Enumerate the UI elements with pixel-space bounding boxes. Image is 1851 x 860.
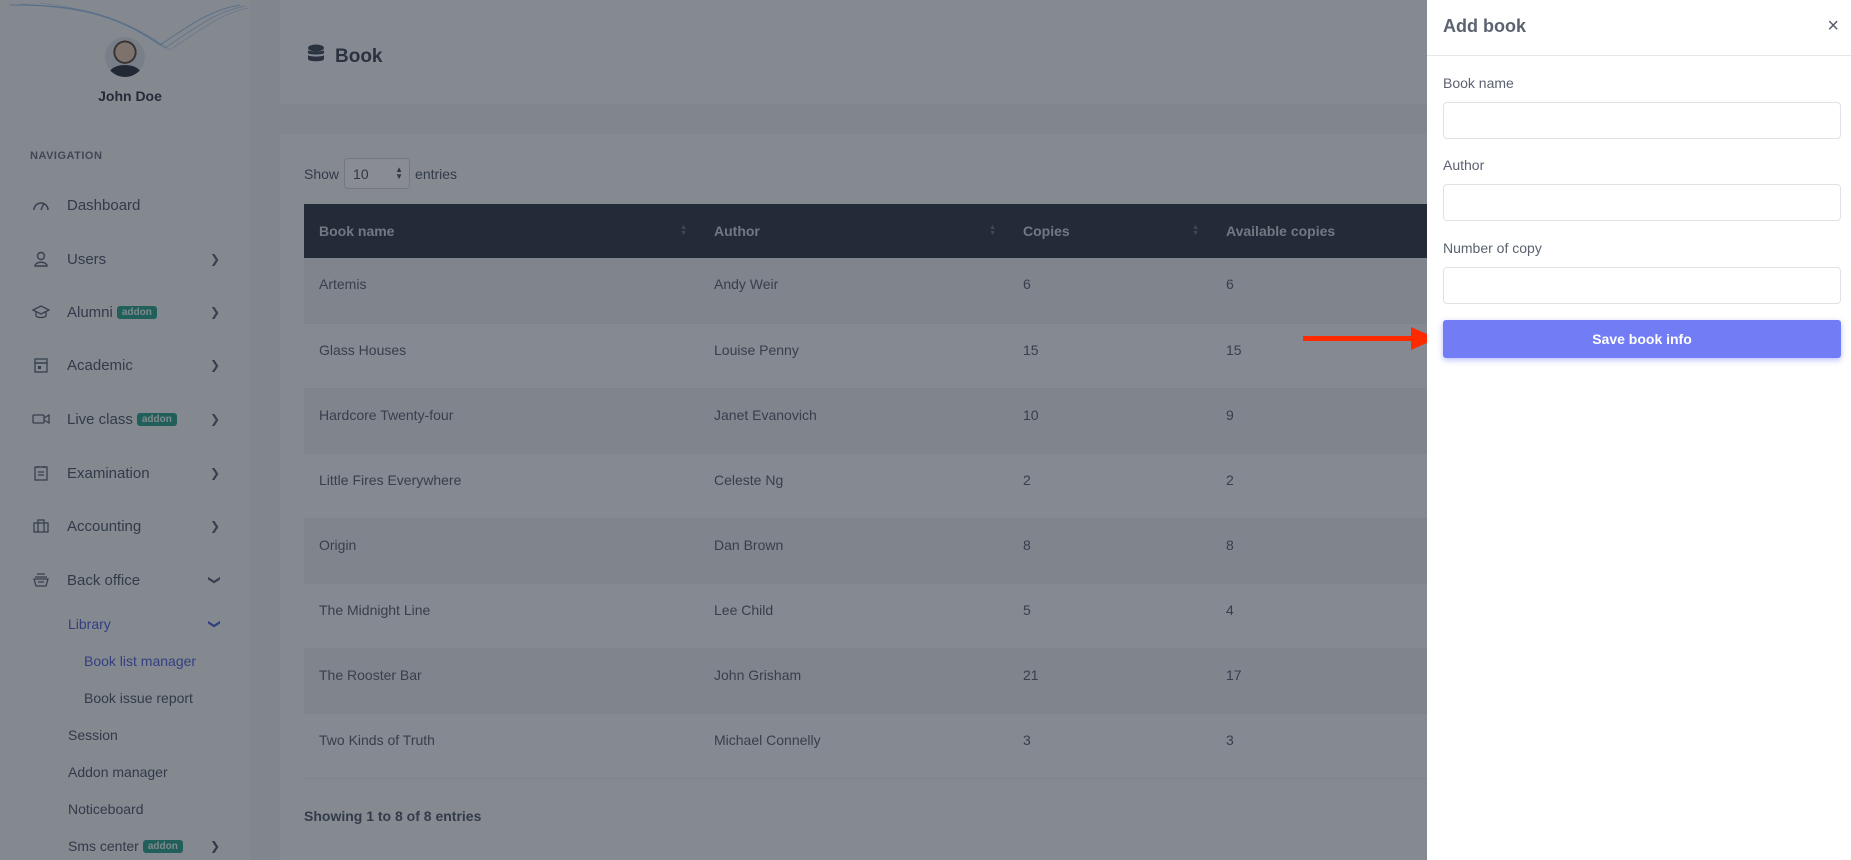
close-icon[interactable]: ×	[1827, 16, 1839, 36]
add-book-drawer: Add book × Book name Author Number of co…	[1427, 0, 1851, 860]
number-of-copy-input[interactable]	[1443, 267, 1841, 304]
drawer-header: Add book ×	[1427, 0, 1851, 56]
annotation-arrow-icon	[1303, 327, 1437, 350]
book-name-input[interactable]	[1443, 102, 1841, 139]
save-book-info-button[interactable]: Save book info	[1443, 320, 1841, 358]
author-label: Author	[1443, 157, 1485, 173]
author-input[interactable]	[1443, 184, 1841, 221]
book-name-label: Book name	[1443, 75, 1514, 91]
number-of-copy-label: Number of copy	[1443, 240, 1542, 256]
drawer-title: Add book	[1443, 16, 1526, 36]
